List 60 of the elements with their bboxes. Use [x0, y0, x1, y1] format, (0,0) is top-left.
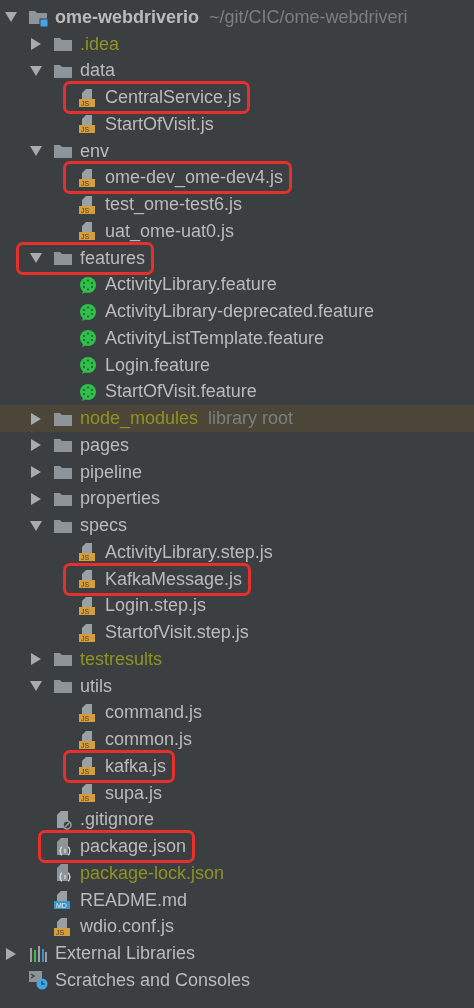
file-name[interactable]: CentralService.js [105, 87, 242, 109]
file-name[interactable]: Login.feature [105, 354, 211, 376]
file-name[interactable]: command.js [105, 702, 203, 724]
folder-name[interactable]: pipeline [80, 461, 143, 483]
cucumber-icon [78, 355, 98, 376]
file-name[interactable]: package-lock.json [80, 862, 225, 884]
file-name[interactable]: ActivityListTemplate.feature [105, 327, 325, 349]
file-name[interactable]: StartOfVisit.feature [105, 381, 257, 403]
collapse-arrow-icon[interactable] [5, 11, 17, 24]
file-name[interactable]: StartofVisit.step.js [105, 622, 249, 644]
folder-name[interactable]: env [80, 140, 110, 162]
cucumber-icon [78, 328, 98, 349]
expand-arrow-icon[interactable] [30, 439, 42, 452]
collapse-arrow-icon[interactable] [30, 64, 42, 77]
file-name[interactable]: uat_ome-uat0.js [105, 220, 235, 242]
expand-arrow-icon[interactable] [30, 412, 42, 425]
cucumber-icon [78, 301, 98, 322]
file-name[interactable]: wdio.conf.js [80, 916, 175, 938]
file-name[interactable]: ActivityLibrary.feature [105, 274, 277, 296]
folder-name[interactable]: features [80, 247, 146, 269]
folder-name[interactable]: External Libraries [55, 943, 196, 965]
path-hint: ~/git/CIC/ome-webdriveri [209, 6, 408, 28]
file-name[interactable]: README.md [80, 889, 187, 911]
folder-name[interactable]: utils [80, 675, 112, 697]
collapse-arrow-icon[interactable] [30, 519, 42, 532]
path-hint: library root [208, 408, 294, 430]
folder-name[interactable]: data [80, 60, 116, 82]
cucumber-icon [78, 381, 98, 402]
folder-name[interactable]: pages [80, 434, 130, 456]
expand-arrow-icon[interactable] [30, 38, 42, 51]
expand-arrow-icon[interactable] [30, 653, 42, 666]
file-name[interactable]: ActivityLibrary-deprecated.feature [105, 301, 375, 323]
file-name[interactable]: Scratches and Consoles [55, 969, 251, 991]
file-name[interactable]: KafkaMessage.js [105, 568, 243, 590]
cucumber-icon [78, 274, 98, 295]
folder-name[interactable]: .idea [80, 33, 120, 55]
file-name[interactable]: .gitignore [80, 809, 155, 831]
file-name[interactable]: StartOfVisit.js [105, 113, 214, 135]
file-name[interactable]: kafka.js [105, 755, 167, 777]
library-bars-icon [28, 943, 48, 964]
file-name[interactable]: ActivityLibrary.step.js [105, 541, 273, 563]
file-name[interactable]: package.json [80, 836, 187, 858]
expand-arrow-icon[interactable] [5, 947, 17, 960]
scratch-clock-icon [28, 970, 48, 991]
folder-name[interactable]: testresults [80, 648, 163, 670]
file-name[interactable]: common.js [105, 729, 193, 751]
file-name[interactable]: Login.step.js [105, 595, 207, 617]
folder-name[interactable]: node_modules [80, 408, 199, 430]
collapse-arrow-icon[interactable] [30, 680, 42, 693]
file-name[interactable]: supa.js [105, 782, 163, 804]
expand-arrow-icon[interactable] [30, 492, 42, 505]
expand-arrow-icon[interactable] [30, 466, 42, 479]
folder-name[interactable]: specs [80, 515, 128, 537]
folder-name[interactable]: ome-webdriverio [55, 6, 200, 28]
collapse-arrow-icon[interactable] [30, 145, 42, 158]
file-name[interactable]: test_ome-test6.js [105, 194, 243, 216]
collapse-arrow-icon[interactable] [30, 252, 42, 265]
folder-name[interactable]: properties [80, 488, 161, 510]
file-name[interactable]: ome-dev_ome-dev4.js [105, 167, 284, 189]
library-row[interactable]: node_modules library root [0, 405, 474, 432]
